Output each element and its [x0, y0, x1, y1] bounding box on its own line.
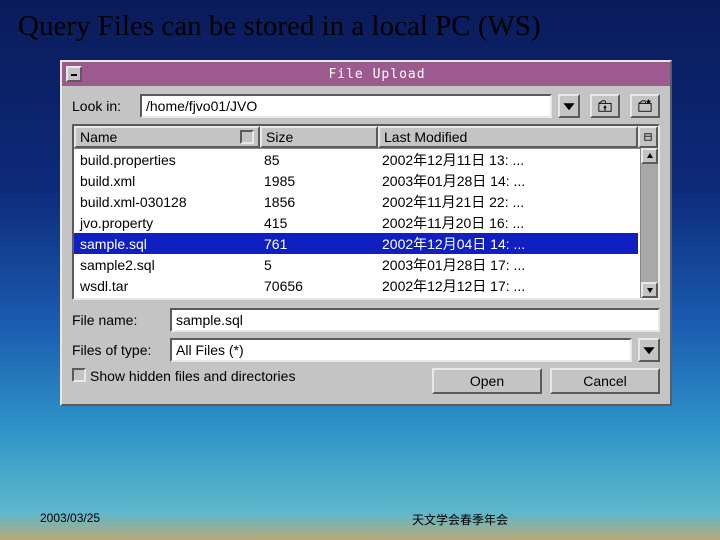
titlebar: File Upload — [62, 62, 670, 86]
file-row[interactable]: build.properties852002年12月11日 13: ... — [74, 149, 638, 170]
file-modified: 2003年01月28日 14: ... — [378, 171, 638, 191]
file-row[interactable]: build.xml19852003年01月28日 14: ... — [74, 170, 638, 191]
file-upload-dialog: File Upload Look in: /home/fjvo01/JVO — [60, 60, 672, 406]
files-type-label: Files of type: — [72, 342, 164, 358]
show-hidden-checkbox[interactable] — [72, 368, 86, 382]
look-in-field[interactable]: /home/fjvo01/JVO — [140, 94, 552, 118]
new-folder-button[interactable] — [630, 94, 660, 118]
sort-indicator-icon — [240, 130, 254, 144]
file-name: sample.sql — [74, 236, 260, 252]
file-row[interactable]: sample.sql7612002年12月04日 14: ... — [74, 233, 638, 254]
up-folder-button[interactable] — [590, 94, 620, 118]
list-header: Name Size Last Modified — [74, 126, 658, 149]
col-name-header[interactable]: Name — [74, 126, 260, 148]
detail-toggle-icon — [644, 132, 652, 142]
col-name-label: Name — [80, 129, 117, 145]
slide-title: Query Files can be stored in a local PC … — [0, 0, 720, 49]
scroll-down-button[interactable] — [641, 282, 658, 298]
file-name: wsdl.tar — [74, 278, 260, 294]
file-modified: 2002年12月04日 14: ... — [378, 234, 638, 254]
file-name: build.xml — [74, 173, 260, 189]
chevron-down-icon — [562, 99, 576, 113]
chevron-up-icon — [646, 152, 654, 160]
chevron-down-icon — [646, 286, 654, 294]
file-name-label: File name: — [72, 312, 164, 328]
file-size: 415 — [260, 215, 378, 231]
file-row[interactable]: jvo.property4152002年11月20日 16: ... — [74, 212, 638, 233]
file-modified: 2002年12月11日 13: ... — [378, 150, 638, 170]
file-name: build.xml-030128 — [74, 194, 260, 210]
chevron-down-icon — [642, 343, 656, 357]
slide-footer: 2003/03/25 天文学会春季年会 — [0, 511, 720, 528]
file-row[interactable]: build.xml-03012818562002年11月21日 22: ... — [74, 191, 638, 212]
files-type-dropdown[interactable] — [638, 338, 660, 362]
window-menu-button[interactable] — [66, 66, 82, 82]
footer-center: 天文学会春季年会 — [240, 511, 680, 528]
col-corner-button[interactable] — [638, 126, 658, 148]
file-row[interactable]: sample2.sql52003年01月28日 17: ... — [74, 254, 638, 275]
file-size: 761 — [260, 236, 378, 252]
file-size: 1856 — [260, 194, 378, 210]
list-rows: build.properties852002年12月11日 13: ...bui… — [74, 149, 658, 298]
file-modified: 2002年11月20日 16: ... — [378, 213, 638, 233]
look-in-dropdown[interactable] — [558, 94, 580, 118]
dialog-title: File Upload — [88, 67, 666, 82]
open-button[interactable]: Open — [432, 368, 542, 394]
folder-up-icon — [598, 99, 612, 113]
file-size: 1985 — [260, 173, 378, 189]
file-name-input[interactable]: sample.sql — [170, 308, 660, 332]
file-name: build.properties — [74, 152, 260, 168]
file-modified: 2003年01月28日 17: ... — [378, 255, 638, 275]
file-modified: 2002年11月21日 22: ... — [378, 192, 638, 212]
file-size: 70656 — [260, 278, 378, 294]
scroll-track[interactable] — [641, 164, 658, 282]
files-type-field[interactable]: All Files (*) — [170, 338, 632, 362]
footer-date: 2003/03/25 — [40, 511, 240, 528]
cancel-button[interactable]: Cancel — [550, 368, 660, 394]
look-in-label: Look in: — [72, 98, 134, 114]
file-name: sample2.sql — [74, 257, 260, 273]
file-name: jvo.property — [74, 215, 260, 231]
file-row[interactable]: wsdl.tar706562002年12月12日 17: ... — [74, 275, 638, 296]
col-modified-header[interactable]: Last Modified — [378, 126, 638, 148]
file-modified: 2002年12月12日 17: ... — [378, 276, 638, 296]
scroll-up-button[interactable] — [641, 148, 658, 164]
show-hidden-label: Show hidden files and directories — [90, 368, 255, 385]
col-size-header[interactable]: Size — [260, 126, 378, 148]
folder-new-icon — [638, 99, 652, 113]
file-size: 5 — [260, 257, 378, 273]
scrollbar[interactable] — [640, 148, 658, 298]
file-size: 85 — [260, 152, 378, 168]
file-list: Name Size Last Modified build.properties… — [72, 124, 660, 300]
